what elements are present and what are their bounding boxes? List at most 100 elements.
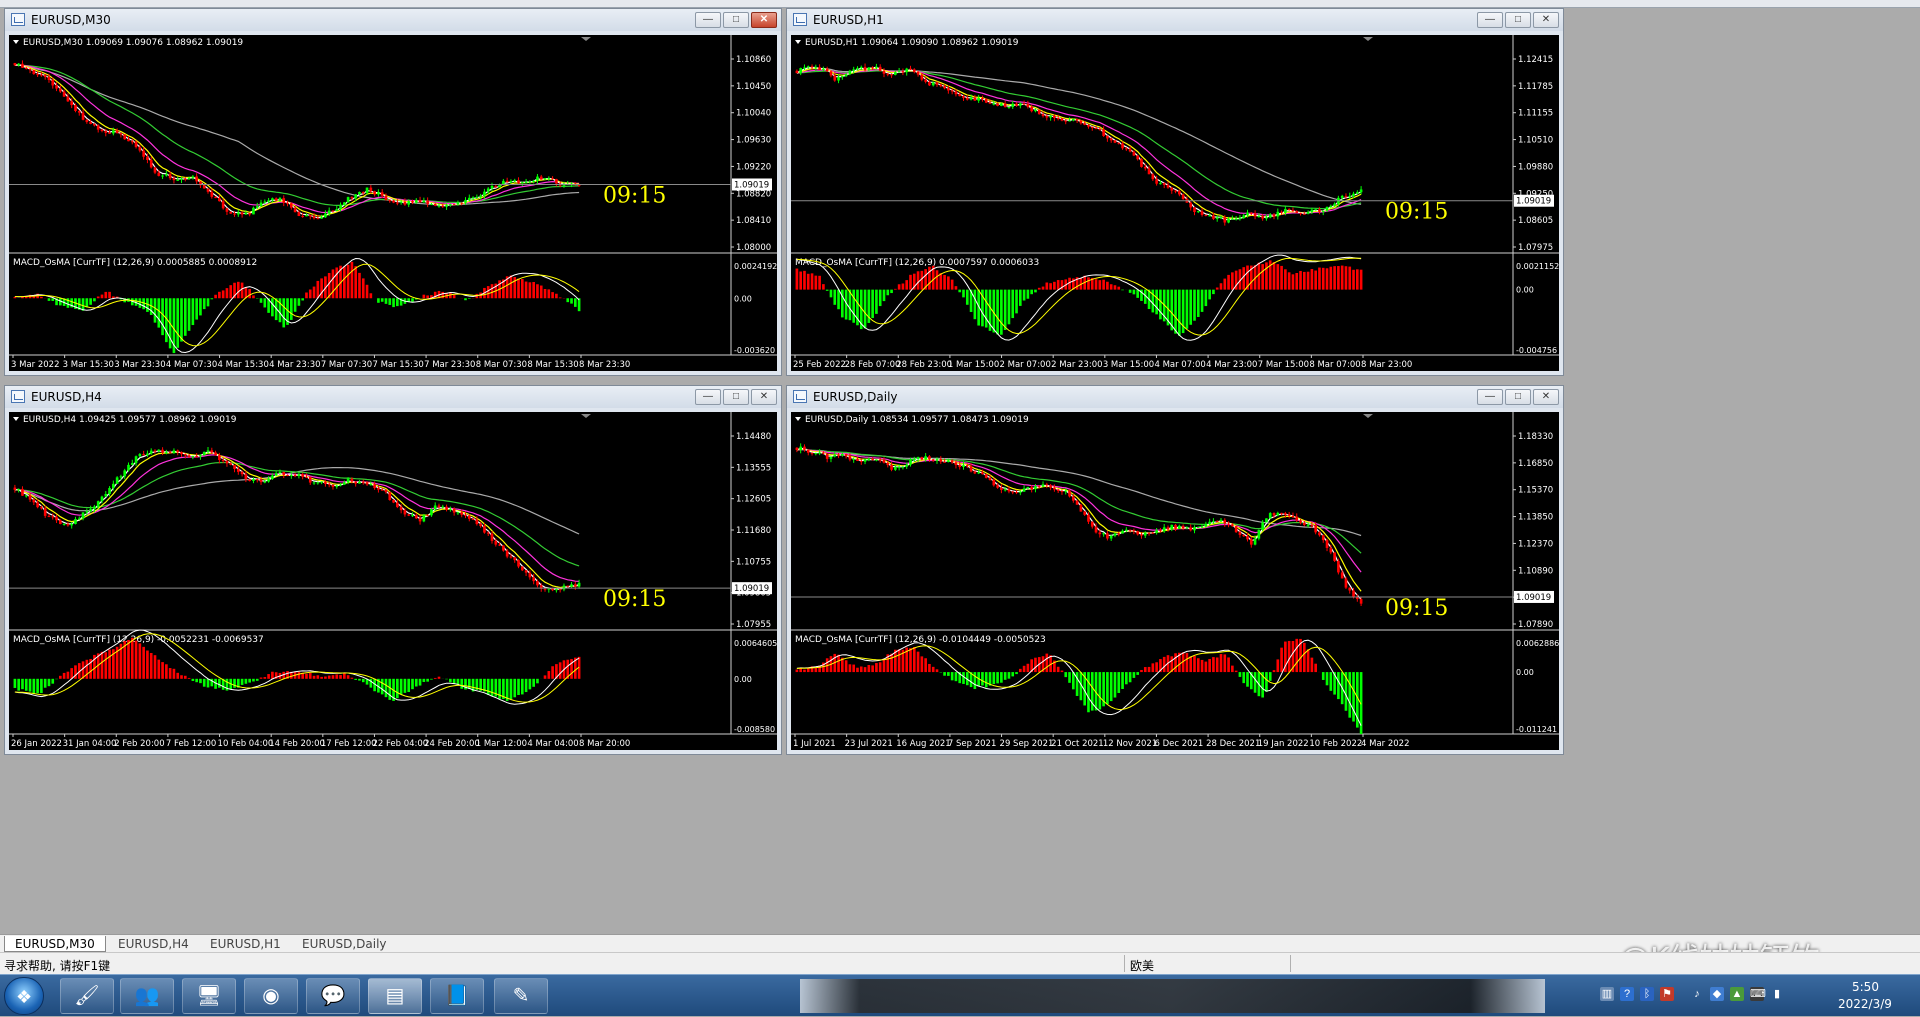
candle-body — [464, 199, 467, 203]
window-titlebar[interactable]: EURUSD,Daily — □ ✕ — [787, 386, 1563, 408]
price-chart[interactable]: EURUSD,M30 1.09069 1.09076 1.08962 1.090… — [9, 35, 777, 371]
candle-countdown-clock: 09:15 — [603, 587, 666, 612]
taskbar-clock-time[interactable]: 5:50 — [1852, 980, 1879, 994]
candle-body — [350, 478, 354, 482]
maximize-button[interactable]: □ — [1505, 12, 1531, 28]
chart-area[interactable]: EURUSD,Daily 1.08534 1.09577 1.08473 1.0… — [791, 412, 1559, 750]
candle-body — [856, 68, 859, 70]
price-tick-label: 1.07975 — [1518, 243, 1553, 253]
candle-body — [40, 74, 43, 76]
chart-window-m30[interactable]: EURUSD,M30 — □ ✕ EURUSD,M30 1.09069 1.09… — [4, 8, 782, 376]
start-button[interactable]: ❖ — [4, 977, 44, 1015]
maximize-button[interactable]: □ — [723, 12, 749, 28]
chart-window-h1[interactable]: EURUSD,H1 — □ ✕ EURUSD,H1 1.09064 1.0909… — [786, 8, 1564, 376]
taskbar-app-trading[interactable]: ▤ — [368, 978, 422, 1014]
keyboard-icon[interactable]: ⌨ — [1750, 987, 1766, 1001]
candle-body — [1037, 486, 1041, 488]
candle-body — [1242, 534, 1246, 537]
close-button[interactable]: ✕ — [751, 12, 777, 28]
price-tick-label: 1.13555 — [736, 463, 771, 473]
window-titlebar[interactable]: EURUSD,H4 — □ ✕ — [5, 386, 781, 408]
candle-body — [1284, 513, 1287, 515]
taskbar-app-orange[interactable]: ◉ — [244, 978, 298, 1014]
price-tick-label: 1.12605 — [736, 495, 771, 505]
candle-body — [1344, 195, 1348, 197]
security-icon[interactable]: ⚑ — [1660, 987, 1674, 1001]
macd-tick-label: -0.003620 — [734, 346, 775, 355]
taskbar-app-paint[interactable]: 🖌 — [60, 978, 114, 1014]
taskbar-app-notebook[interactable]: 📘 — [430, 978, 484, 1014]
tab-eurusd-m30[interactable]: EURUSD,M30 — [4, 936, 106, 952]
candle-body — [1253, 213, 1257, 217]
candle-body — [1113, 140, 1117, 143]
taskbar-app-wechat[interactable]: 💬 — [306, 978, 360, 1014]
taskbar-app-notes[interactable]: ✎ — [494, 978, 548, 1014]
candle-body — [1068, 120, 1071, 122]
close-button[interactable]: ✕ — [751, 389, 777, 405]
candle-body — [229, 211, 233, 214]
tab-eurusd-h4[interactable]: EURUSD,H4 — [108, 936, 199, 952]
candle-body — [77, 518, 81, 520]
minimize-button[interactable]: — — [1477, 389, 1503, 405]
close-button[interactable]: ✕ — [1533, 389, 1559, 405]
bluetooth-icon[interactable]: ᛒ — [1640, 987, 1654, 1001]
tab-eurusd-h1[interactable]: EURUSD,H1 — [200, 936, 291, 952]
minimize-button[interactable]: — — [695, 389, 721, 405]
taskbar-app-display[interactable]: 🖥 — [182, 978, 236, 1014]
current-price-label: 1.09019 — [734, 180, 769, 190]
help-icon[interactable]: ? — [1620, 987, 1634, 1001]
minimize-button[interactable]: — — [695, 12, 721, 28]
candle-body — [407, 201, 411, 205]
tab-eurusd-daily[interactable]: EURUSD,Daily — [292, 936, 397, 952]
price-chart[interactable]: EURUSD,H1 1.09064 1.09090 1.08962 1.0901… — [791, 35, 1559, 371]
taskbar-clock-date[interactable]: 2022/3/9 — [1838, 997, 1892, 1011]
candle-body — [1276, 512, 1280, 516]
maximize-button[interactable]: □ — [723, 389, 749, 405]
taskbar-app-users[interactable]: 👥 — [120, 978, 174, 1014]
candle-body — [1022, 488, 1026, 492]
volume-icon[interactable]: ♪ — [1690, 987, 1704, 1001]
candle-body — [1155, 179, 1158, 184]
price-tick-label: 1.08000 — [736, 243, 771, 253]
window-titlebar[interactable]: EURUSD,H1 — □ ✕ — [787, 9, 1563, 31]
candle-body — [354, 481, 358, 484]
candle-body — [214, 196, 217, 199]
shield-icon[interactable]: ◆ — [1710, 987, 1724, 1001]
signal-icon[interactable]: ▮ — [1770, 987, 1784, 1001]
status-profile[interactable]: 欧美 — [1130, 957, 1154, 974]
candle-body — [85, 511, 89, 513]
candle-body — [977, 97, 980, 101]
candle-body — [547, 588, 551, 590]
chart-area[interactable]: EURUSD,H1 1.09064 1.09090 1.08962 1.0901… — [791, 35, 1559, 371]
candle-body — [297, 212, 301, 216]
window-title: EURUSD,H4 — [31, 390, 102, 404]
network-icon[interactable]: ▥ — [1600, 987, 1614, 1001]
chart-area[interactable]: EURUSD,H4 1.09425 1.09577 1.08962 1.0901… — [9, 412, 777, 750]
candle-body — [411, 201, 414, 203]
minimize-button[interactable]: — — [1477, 12, 1503, 28]
candle-body — [441, 205, 445, 207]
candle-body — [380, 489, 384, 491]
candle-body — [483, 526, 486, 533]
candle-body — [252, 479, 255, 481]
candle-body — [17, 488, 21, 490]
chart-area[interactable]: EURUSD,M30 1.09069 1.09076 1.08962 1.090… — [9, 35, 777, 371]
time-tick-label: 3 Mar 15:00 — [1103, 360, 1154, 370]
price-chart[interactable]: EURUSD,H4 1.09425 1.09577 1.08962 1.0901… — [9, 412, 777, 750]
candle-body — [1234, 218, 1238, 220]
candle-body — [1071, 496, 1075, 501]
chart-window-h4[interactable]: EURUSD,H4 — □ ✕ EURUSD,H4 1.09425 1.0957… — [4, 385, 782, 755]
flag-icon[interactable]: ▲ — [1730, 987, 1744, 1001]
candle-body — [520, 182, 524, 184]
price-chart[interactable]: EURUSD,Daily 1.08534 1.09577 1.08473 1.0… — [791, 412, 1559, 750]
candle-body — [221, 201, 225, 209]
close-button[interactable]: ✕ — [1533, 12, 1559, 28]
maximize-button[interactable]: □ — [1505, 389, 1531, 405]
chart-window-daily[interactable]: EURUSD,Daily — □ ✕ EURUSD,Daily 1.08534 … — [786, 385, 1564, 755]
candle-body — [278, 471, 282, 474]
candle-body — [992, 103, 996, 105]
candle-body — [931, 459, 935, 461]
window-titlebar[interactable]: EURUSD,M30 — □ ✕ — [5, 9, 781, 31]
candle-body — [467, 515, 471, 519]
candle-body — [822, 452, 825, 454]
